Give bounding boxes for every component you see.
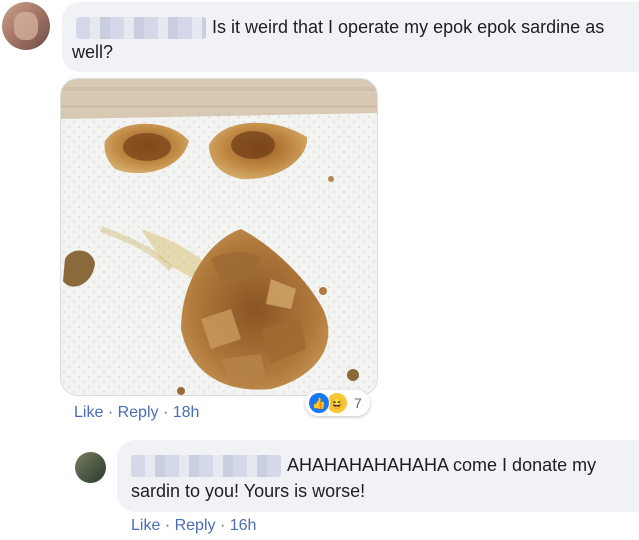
separator: · <box>162 404 169 421</box>
blurred-author-name[interactable] <box>131 455 281 478</box>
reply-link[interactable]: Reply <box>175 517 216 534</box>
reply-text-line2: sardin to you! Yours is worse! <box>131 481 366 501</box>
comment-first-line: Is it weird that I operate my epok epok … <box>76 13 604 41</box>
timestamp[interactable]: 18h <box>173 404 200 421</box>
commenter-avatar[interactable] <box>2 2 50 50</box>
comment-photo[interactable] <box>60 78 378 396</box>
separator: · <box>219 517 226 534</box>
reply-first-line: AHAHAHAHAHAHA come I donate my <box>131 451 596 479</box>
reply-link[interactable]: Reply <box>118 404 159 421</box>
comment-actions: Like · Reply · 18h <box>74 404 199 422</box>
sardine-epok-photo <box>61 79 377 395</box>
reply-bubble: AHAHAHAHAHAHA come I donate my sardin to… <box>117 440 639 512</box>
timestamp[interactable]: 16h <box>230 517 257 534</box>
like-link[interactable]: Like <box>131 517 160 534</box>
comment-text-line2: well? <box>72 42 114 62</box>
comment-bubble: Is it weird that I operate my epok epok … <box>62 2 639 72</box>
reply-text-line1: AHAHAHAHAHAHA come I donate my <box>287 455 597 475</box>
reply-actions: Like · Reply · 16h <box>131 517 256 535</box>
blurred-author-name[interactable] <box>76 17 206 40</box>
comment-text-line1: Is it weird that I operate my epok epok … <box>212 17 605 37</box>
reply-avatar[interactable] <box>75 452 106 483</box>
like-reaction-icon: 👍 <box>308 392 330 414</box>
reaction-summary[interactable]: 👍 😆 7 <box>305 390 370 416</box>
separator: · <box>164 517 171 534</box>
separator: · <box>107 404 114 421</box>
like-link[interactable]: Like <box>74 404 103 421</box>
reaction-count: 7 <box>354 395 362 411</box>
